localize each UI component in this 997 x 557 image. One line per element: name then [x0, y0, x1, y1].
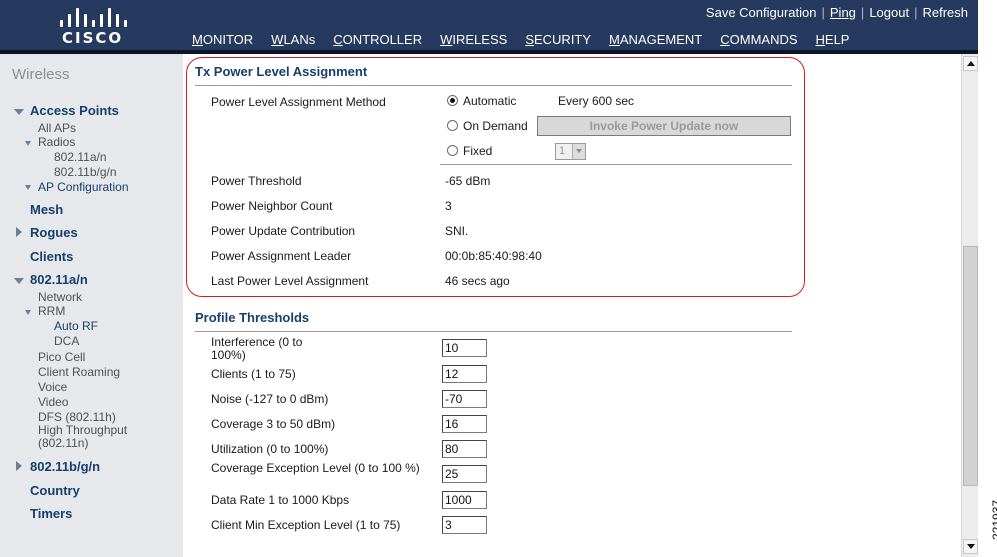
coverage-exception-input[interactable] [442, 465, 487, 483]
tx-power-title: Tx Power Level Assignment [195, 64, 368, 79]
method-divider [440, 164, 792, 165]
power-assignment-leader-value: 00:0b:85:40:98:40 [445, 249, 542, 263]
expand-triangle-icon[interactable] [14, 278, 24, 284]
power-update-contribution-label: Power Update Contribution [211, 224, 356, 238]
sidebar-item-ap-configuration[interactable]: AP Configuration [38, 180, 129, 194]
sidebar-item-network[interactable]: Network [38, 290, 82, 304]
logout-link[interactable]: Logout [869, 5, 909, 20]
header-bar: CISCO Save Configuration | Ping | Logout | Ref… [0, 0, 978, 54]
scrollbar-thumb[interactable] [963, 246, 978, 486]
sidebar-item-dca[interactable]: DCA [54, 334, 79, 348]
fixed-label: Fixed [463, 144, 493, 158]
expand-triangle-icon[interactable] [25, 310, 31, 315]
nav-monitor[interactable]: MONITOR [183, 30, 262, 50]
nav-commands[interactable]: COMMANDS [711, 30, 806, 50]
section-divider [195, 331, 792, 332]
sidebar: Wireless Access Points All APs Radios 80… [0, 54, 183, 557]
data-rate-input[interactable] [442, 491, 487, 509]
figure-id: 221937 [990, 499, 997, 540]
on-demand-radio[interactable] [447, 120, 458, 131]
automatic-label: Automatic [463, 94, 517, 108]
noise-label: Noise (-127 to 0 dBm) [211, 392, 329, 406]
interference-label: Interference (0 to 100%) [211, 335, 303, 362]
invoke-power-update-button[interactable]: Invoke Power Update now [537, 116, 791, 136]
data-rate-label: Data Rate 1 to 1000 Kbps [211, 493, 350, 507]
nav-wlans[interactable]: WLANs [262, 30, 324, 50]
section-divider [195, 85, 792, 86]
nav-controller[interactable]: CONTROLLER [324, 30, 431, 50]
last-power-level-assignment-label: Last Power Level Assignment [211, 274, 369, 288]
sidebar-item-radios[interactable]: Radios [38, 135, 75, 149]
nav-security[interactable]: SECURITY [516, 30, 600, 50]
sidebar-item-mesh[interactable]: Mesh [30, 202, 63, 217]
cisco-logo: CISCO [50, 7, 140, 47]
power-neighbor-count-label: Power Neighbor Count [211, 199, 333, 213]
sidebar-item-radio-a[interactable]: 802.11a/n [54, 150, 107, 164]
last-power-level-assignment-value: 46 secs ago [445, 274, 510, 288]
expand-triangle-icon[interactable] [25, 141, 31, 146]
chevron-down-icon [572, 144, 585, 159]
sidebar-item-access-points[interactable]: Access Points [30, 103, 119, 118]
profile-thresholds-title: Profile Thresholds [195, 310, 310, 325]
client-min-exception-label: Client Min Exception Level (1 to 75) [211, 518, 401, 532]
sidebar-item-rrm[interactable]: RRM [38, 304, 65, 318]
fixed-level-value: 1 [559, 145, 566, 157]
power-threshold-label: Power Threshold [211, 174, 302, 188]
refresh-link[interactable]: Refresh [922, 5, 968, 20]
nav-management[interactable]: MANAGEMENT [600, 30, 711, 50]
cisco-wordmark: CISCO [62, 29, 124, 47]
clients-label: Clients (1 to 75) [211, 367, 296, 381]
sidebar-item-video[interactable]: Video [38, 395, 68, 409]
expand-triangle-icon[interactable] [14, 109, 24, 115]
sidebar-title: Wireless [12, 66, 70, 83]
sidebar-item-voice[interactable]: Voice [38, 380, 67, 394]
collapsed-triangle-icon[interactable] [16, 227, 22, 237]
power-threshold-value: -65 dBm [445, 174, 491, 188]
sidebar-item-auto-rf[interactable]: Auto RF [54, 319, 98, 333]
sidebar-item-dfs[interactable]: DFS (802.11h) [38, 410, 116, 424]
power-update-contribution-value: SNI. [445, 224, 469, 238]
noise-input[interactable] [442, 390, 487, 408]
fixed-level-select[interactable]: 1 [555, 143, 586, 160]
sidebar-item-country[interactable]: Country [30, 483, 80, 498]
sidebar-item-all-aps[interactable]: All APs [38, 121, 76, 135]
sidebar-item-band-a[interactable]: 802.11a/n [30, 272, 88, 287]
coverage-label: Coverage 3 to 50 dBm) [211, 417, 336, 431]
power-neighbor-count-value: 3 [445, 199, 452, 213]
method-label: Power Level Assignment Method [211, 95, 386, 109]
collapsed-triangle-icon[interactable] [16, 461, 22, 471]
utilization-input[interactable] [442, 440, 487, 458]
main-content: Tx Power Level Assignment Power Level As… [183, 54, 961, 557]
fixed-radio[interactable] [447, 145, 458, 156]
nav-help[interactable]: HELP [807, 30, 859, 50]
sidebar-item-pico-cell[interactable]: Pico Cell [38, 350, 85, 364]
utilization-label: Utilization (0 to 100%) [211, 442, 329, 456]
clients-input[interactable] [442, 365, 487, 383]
automatic-interval: Every 600 sec [558, 94, 635, 108]
cisco-bridge-icon [58, 7, 128, 27]
save-configuration-link[interactable]: Save Configuration [706, 5, 817, 20]
sidebar-item-band-bg[interactable]: 802.11b/g/n [30, 459, 100, 474]
interference-input[interactable] [442, 339, 487, 357]
scroll-down-arrow-icon[interactable] [963, 539, 978, 554]
automatic-radio[interactable] [447, 95, 458, 106]
expand-triangle-icon[interactable] [25, 185, 31, 190]
sidebar-item-timers[interactable]: Timers [30, 506, 72, 521]
coverage-input[interactable] [442, 415, 487, 433]
top-links: Save Configuration | Ping | Logout | Refresh [705, 5, 968, 20]
power-assignment-leader-label: Power Assignment Leader [211, 249, 352, 263]
ping-link[interactable]: Ping [830, 5, 856, 20]
scroll-up-arrow-icon[interactable] [963, 56, 978, 71]
sidebar-item-clients[interactable]: Clients [30, 249, 73, 264]
vertical-scrollbar[interactable] [961, 54, 978, 557]
sidebar-item-rogues[interactable]: Rogues [30, 225, 78, 240]
client-min-exception-input[interactable] [442, 516, 487, 534]
coverage-exception-label: Coverage Exception Level (0 to 100 %) [211, 461, 420, 475]
sidebar-item-high-throughput[interactable]: High Throughput (802.11n) [38, 424, 148, 450]
sidebar-item-radio-bg[interactable]: 802.11b/g/n [54, 165, 117, 179]
on-demand-label: On Demand [463, 119, 528, 133]
sidebar-item-client-roaming[interactable]: Client Roaming [38, 365, 120, 379]
